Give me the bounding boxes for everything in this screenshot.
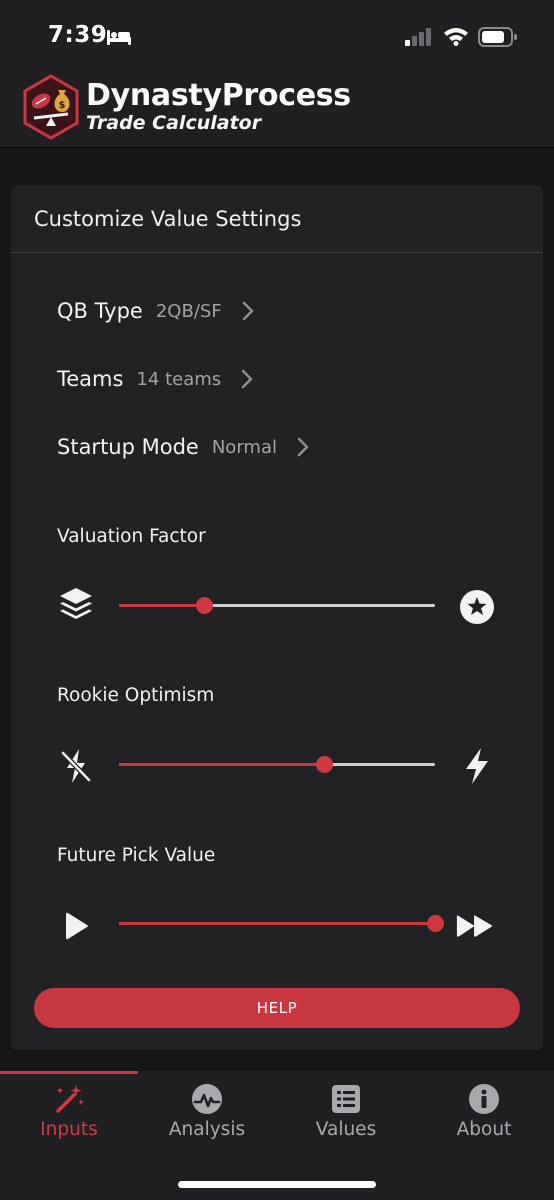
screen: 7:39 $ DynastyProcess Trade Calculator C…	[0, 0, 554, 1200]
setting-label: QB Type	[57, 299, 143, 323]
chevron-right-icon	[297, 437, 309, 457]
slider-fill	[119, 763, 325, 766]
qb-type-setting[interactable]: QB Type 2QB/SF	[57, 291, 254, 331]
sleep-focus-icon	[106, 28, 132, 50]
setting-value: 2QB/SF	[155, 300, 222, 322]
app-title: DynastyProcess	[86, 78, 351, 113]
valuation-factor-slider[interactable]	[119, 594, 435, 618]
tab-label: About	[456, 1119, 512, 1140]
svg-text:$: $	[59, 100, 66, 111]
slider-fill	[119, 604, 205, 607]
tab-values[interactable]: Values	[277, 1071, 415, 1161]
bottom-nav: Inputs Analysis Values About	[0, 1071, 554, 1200]
slider-thumb[interactable]	[427, 915, 444, 932]
tab-inputs[interactable]: Inputs	[0, 1071, 138, 1161]
setting-label: Teams	[57, 367, 124, 391]
chevron-right-icon	[241, 369, 253, 389]
cellular-signal-icon	[405, 28, 433, 50]
card-title: Customize Value Settings	[34, 207, 302, 231]
future-pick-value-slider[interactable]	[119, 912, 444, 936]
info-icon	[468, 1083, 500, 1115]
tab-label: Values	[315, 1119, 377, 1140]
tab-about[interactable]: About	[415, 1071, 553, 1161]
valuation-factor-label: Valuation Factor	[57, 526, 206, 547]
rookie-optimism-slider[interactable]	[119, 753, 435, 777]
app-header: $ DynastyProcess Trade Calculator	[0, 72, 554, 148]
setting-label: Startup Mode	[57, 435, 199, 459]
chevron-right-icon	[242, 301, 254, 321]
value-settings-card: Customize Value Settings QB Type 2QB/SF …	[11, 185, 543, 1050]
teams-setting[interactable]: Teams 14 teams	[57, 359, 253, 399]
card-header: Customize Value Settings	[11, 185, 543, 253]
home-indicator[interactable]	[178, 1181, 376, 1188]
magic-wand-icon	[52, 1083, 86, 1115]
list-icon	[331, 1083, 361, 1115]
setting-value: 14 teams	[136, 368, 222, 390]
help-button[interactable]: HELP	[34, 988, 520, 1028]
star-circle-icon[interactable]	[457, 587, 497, 627]
layers-icon[interactable]	[56, 585, 96, 625]
bolt-icon[interactable]	[457, 746, 497, 786]
rookie-optimism-label: Rookie Optimism	[57, 685, 215, 706]
app-subtitle: Trade Calculator	[86, 112, 262, 134]
play-icon[interactable]	[56, 906, 96, 946]
future-pick-value-label: Future Pick Value	[57, 845, 216, 866]
dynastyprocess-logo-icon: $	[22, 74, 80, 140]
status-bar: 7:39	[0, 0, 554, 72]
tab-label: Analysis	[168, 1119, 246, 1140]
setting-value: Normal	[211, 436, 277, 458]
startup-mode-setting[interactable]: Startup Mode Normal	[57, 427, 309, 467]
tab-analysis[interactable]: Analysis	[138, 1071, 276, 1161]
slider-thumb[interactable]	[196, 597, 214, 614]
slider-fill	[119, 922, 435, 925]
status-time: 7:39	[48, 22, 108, 48]
wifi-icon	[443, 26, 469, 50]
slider-thumb[interactable]	[316, 756, 334, 773]
battery-icon	[478, 27, 518, 51]
tab-label: Inputs	[40, 1119, 98, 1140]
bolt-slash-icon[interactable]	[56, 746, 96, 786]
chart-gauge-icon	[191, 1083, 223, 1115]
fast-forward-icon[interactable]	[455, 906, 495, 946]
